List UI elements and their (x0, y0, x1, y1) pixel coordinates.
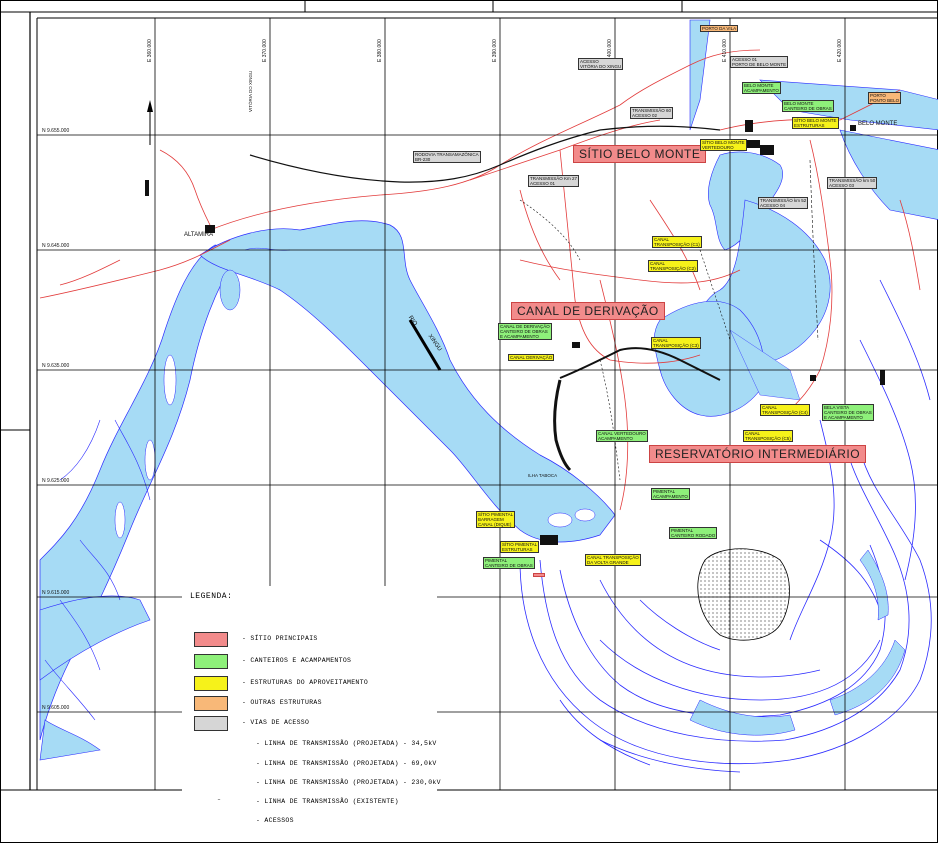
label-canal-derivacao-canteiro: CANAL DE DERIVAÇÃO CANTEIRO DE OBRAS E A… (498, 323, 552, 340)
legend-line-dotted (194, 780, 244, 782)
legend-swatch-gray (194, 716, 228, 731)
label-acesso-porto: ACESSO 01 PORTO DE BELO MONTE (730, 56, 789, 68)
northing-label: N 9.625.000 (42, 478, 70, 484)
label-porto-vila: PORTO DA VILA (700, 25, 739, 32)
easting-label: E 390.000 (492, 39, 498, 62)
label-transmissao-acesso03: TRANSMISSÃO km 50 ACESSO 03 (827, 177, 878, 189)
easting-label: E 420.000 (837, 39, 843, 62)
label-bela-vista-canteiro: BELA VISTA CANTEIRO DE OBRAS E ACAMPAMEN… (822, 404, 874, 421)
northing-label: N 9.645.000 (42, 243, 70, 249)
label-canal-transp-c5: CANAL TRANSPOSIÇÃO (C5) (743, 430, 793, 442)
legend-line-access (194, 818, 244, 820)
place-vitoria-xingu: VITÓRIA DO XINGU (248, 70, 253, 112)
legend-swatch-red (194, 632, 228, 647)
legend-swatch-orange (194, 696, 228, 711)
legend-item: - ESTRUTURAS DO APROVEITAMENTO (194, 676, 434, 692)
label-canal-derivacao-small: CANAL DERIVAÇÃO (508, 354, 555, 361)
label-pimental-acamp: PIMENTAL ACAMPAMENTO (651, 488, 690, 500)
legend-line-label: - LINHA DE TRANSMISSÃO (EXISTENTE) (256, 798, 399, 805)
legend-line-item: - LINHA DE TRANSMISSÃO (PROJETADA) - 34,… (194, 738, 437, 754)
legend-item: - SÍTIO PRINCIPAIS (194, 632, 434, 648)
legend-label: - OUTRAS ESTRUTURAS (242, 699, 322, 706)
legend-line-dashdot (194, 741, 244, 743)
label-rodovia-transamazonica: RODOVIA TRANSAMAZÔNICA BR-230 (413, 151, 481, 163)
legend-title: LEGENDA: (190, 592, 233, 601)
belo-monte-reservoir (653, 19, 938, 417)
legend-label: - VIAS DE ACESSO (242, 719, 310, 726)
site-canal-derivacao: CANAL DE DERIVAÇÃO (511, 302, 665, 320)
site-belo-monte: SÍTIO BELO MONTE (573, 145, 707, 163)
label-sitio-bm-estruturas: SÍTIO BELO MONTE ESTRUTURAS (792, 117, 839, 129)
legend-label: - ESTRUTURAS DO APROVEITAMENTO (242, 679, 369, 686)
map-legend: LEGENDA: - SÍTIO PRINCIPAIS - CANTEIROS … (182, 586, 441, 831)
legend-line-label: - LINHA DE TRANSMISSÃO (PROJETADA) - 34,… (256, 740, 437, 747)
label-canal-transp-c4: CANAL TRANSPOSIÇÃO (C4) (760, 404, 810, 416)
label-sitio-pimental-estruturas: SÍTIO PIMENTAL ESTRUTURAS (500, 541, 540, 553)
easting-label: E 380.000 (377, 39, 383, 62)
northing-label: N 9.635.000 (42, 363, 70, 369)
legend-label: - SÍTIO PRINCIPAIS (242, 635, 318, 642)
legend-line-label: - LINHA DE TRANSMISSÃO (PROJETADA) - 69,… (256, 760, 437, 767)
place-belo-monte: BELO MONTE (858, 121, 898, 127)
easting-label: E 370.000 (262, 39, 268, 62)
label-pimental-canteiro: PIMENTAL CANTEIRO DE OBRAS (483, 557, 535, 569)
place-ilha-taboca: ILHA TABOCA (528, 473, 558, 478)
label-canal-transp-c3: CANAL TRANSPOSIÇÃO (C3) (651, 337, 701, 349)
label-transmissao-km27: TRANSMISSÃO Km 27 ACESSO 01 (528, 175, 580, 187)
legend-item: - VIAS DE ACESSO (194, 716, 434, 732)
legend-item: - CANTEIROS E ACAMPAMENTOS (194, 654, 434, 670)
site-pimental (533, 573, 545, 577)
legend-swatch-green (194, 654, 228, 669)
map-frame: N 9.655.000 N 9.645.000 N 9.635.000 N 9.… (0, 0, 938, 843)
easting-label: E 360.000 (147, 39, 153, 62)
label-canal-transp-c1: CANAL TRANSPOSIÇÃO (C1) (652, 236, 702, 248)
legend-line-item: - LINHA DE TRANSMISSÃO (PROJETADA) - 69,… (194, 758, 437, 774)
northing-label: N 9.655.000 (42, 128, 70, 134)
label-sitio-bm-vertedouro: SÍTIO BELO MONTE VERTEDOURO (700, 139, 747, 151)
label-sitio-pimental-barragem: SÍTIO PIMENTAL BARRAGEM CANAL (DIQUE) (476, 511, 516, 528)
legend-label: - CANTEIROS E ACAMPAMENTOS (242, 657, 352, 664)
label-porto-pm: PORTO PONTO BELO (868, 92, 902, 104)
label-canal-transp-volta-grande: CANAL TRANSPOSIÇÃO DA VOLTA GRANDE (585, 554, 641, 566)
legend-line-item: - LINHA DE TRANSMISSÃO (EXISTENTE) (194, 796, 434, 812)
northing-label: N 9.615.000 (42, 590, 70, 596)
label-belo-monte-acamp: BELO MONTE ACAMPAMENTO (742, 82, 781, 94)
label-pimental-canteiro-rodado: PIMENTAL CANTEIRO RODADO (669, 527, 718, 539)
easting-label: E 410.000 (722, 39, 728, 62)
label-transmissao-acesso: TRANSMISSÃO 60 ACESSO 02 (630, 107, 674, 119)
legend-line-label: - LINHA DE TRANSMISSÃO (PROJETADA) - 230… (256, 779, 441, 786)
legend-line-longdash (194, 761, 244, 763)
legend-swatch-yellow (194, 676, 228, 691)
legend-line-label: - ACESSOS (256, 817, 294, 824)
legend-item: - OUTRAS ESTRUTURAS (194, 696, 434, 712)
legend-line-item: - LINHA DE TRANSMISSÃO (PROJETADA) - 230… (194, 777, 441, 793)
label-canal-transp-c2: CANAL TRANSPOSIÇÃO (C2) (648, 260, 698, 272)
north-arrow-icon (147, 100, 153, 145)
legend-line-item: - ACESSOS (194, 815, 434, 831)
legend-line-existing (217, 799, 221, 800)
site-reservatorio: RESERVATÓRIO INTERMEDIÁRIO (649, 445, 867, 463)
label-canal-vertedouro: CANAL VERTEDOURO ACAMPAMENTO (596, 430, 648, 442)
label-belo-monte-canteiro: BELO MONTE CANTEIRO DE OBRAS (782, 100, 834, 112)
place-altamira: ALTAMIRA (184, 232, 214, 238)
label-transmissao-acesso04: TRANSMISSÃO km 52 ACESSO 04 (758, 197, 809, 209)
hatched-area (697, 548, 790, 641)
northing-label: N 9.605.000 (42, 705, 70, 711)
label-acesso-vitoria: ACESSO VITÓRIA DO XINGU (578, 58, 624, 70)
